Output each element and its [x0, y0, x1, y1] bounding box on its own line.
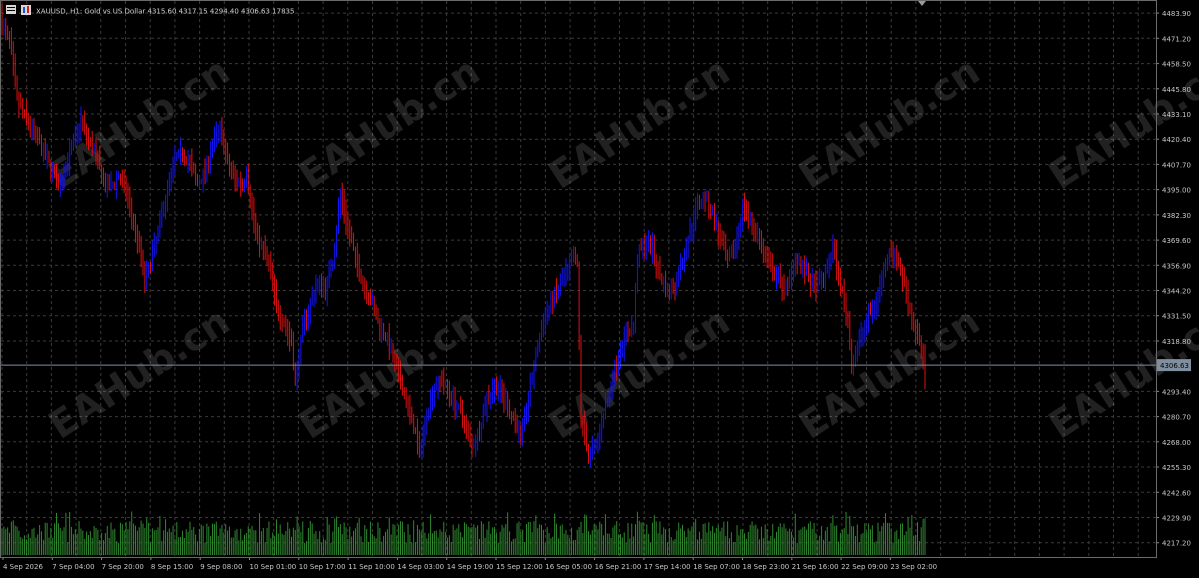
y-tick-label: 4407.70: [1162, 161, 1191, 169]
x-tick-label: 18 Sep 07:00: [693, 563, 740, 571]
x-tick-label: 7 Sep 04:00: [52, 563, 94, 571]
y-tick-label: 4369.60: [1162, 237, 1191, 245]
y-tick-label: 4356.90: [1162, 262, 1191, 270]
x-tick-label: 18 Sep 23:00: [743, 563, 790, 571]
x-tick-label: 15 Sep 12:00: [496, 563, 543, 571]
x-tick-label: 4 Sep 2026: [3, 563, 43, 571]
y-tick-label: 4344.20: [1162, 288, 1191, 296]
x-tick-label: 8 Sep 15:00: [151, 563, 193, 571]
x-tick-label: 16 Sep 21:00: [595, 563, 642, 571]
y-tick-label: 4268.00: [1162, 439, 1191, 447]
y-tick-label: 4217.20: [1162, 540, 1191, 548]
current-price-label: 4306.63: [1160, 362, 1189, 370]
chart-window[interactable]: EAHub.cn EAHub.cn EAHub.cn EAHub.cn EAHub.cn…: [0, 0, 1199, 574]
y-tick-label: 4255.30: [1162, 464, 1191, 472]
x-tick-label: 7 Sep 20:00: [102, 563, 144, 571]
header: XAUUSD, H1: Gold vs US Dollar 4315.60 43…: [6, 5, 294, 16]
x-tick-label: 22 Sep 09:00: [841, 563, 888, 571]
x-tick-label: 11 Sep 10:00: [348, 563, 395, 571]
y-tick-label: 4280.70: [1162, 414, 1191, 422]
y-tick-label: 4293.40: [1162, 388, 1191, 396]
x-tick-label: 23 Sep 02:00: [890, 563, 937, 571]
x-tick-label: 14 Sep 03:00: [397, 563, 444, 571]
y-tick-label: 4318.80: [1162, 338, 1191, 346]
y-tick-label: 4471.20: [1162, 35, 1191, 43]
y-tick-label: 4445.80: [1162, 86, 1191, 94]
x-tick-label: 16 Sep 05:00: [545, 563, 592, 571]
x-tick-label: 17 Sep 14:00: [644, 563, 691, 571]
symbol-info: XAUUSD, H1: Gold vs US Dollar 4315.60 43…: [36, 8, 294, 16]
x-tick-label: 10 Sep 01:00: [250, 563, 297, 571]
y-tick-label: 4331.50: [1162, 313, 1191, 321]
x-tick-label: 21 Sep 16:00: [792, 563, 839, 571]
x-tick-label: 14 Sep 19:00: [447, 563, 494, 571]
y-tick-label: 4242.60: [1162, 489, 1191, 497]
y-tick-label: 4433.10: [1162, 111, 1191, 119]
chart-type-icon[interactable]: [21, 5, 31, 15]
y-tick-label: 4382.30: [1162, 212, 1191, 220]
y-tick-label: 4458.50: [1162, 61, 1191, 69]
y-tick-label: 4395.00: [1162, 187, 1191, 195]
y-tick-label: 4483.90: [1162, 10, 1191, 18]
y-tick-label: 4229.90: [1162, 515, 1191, 523]
candlestick-chart[interactable]: EAHub.cn EAHub.cn EAHub.cn EAHub.cn EAHub.cn…: [0, 0, 1199, 574]
y-tick-label: 4420.40: [1162, 136, 1191, 144]
x-tick-label: 9 Sep 08:00: [200, 563, 242, 571]
x-tick-label: 10 Sep 17:00: [299, 563, 346, 571]
chart-menu-icon[interactable]: [6, 5, 16, 14]
